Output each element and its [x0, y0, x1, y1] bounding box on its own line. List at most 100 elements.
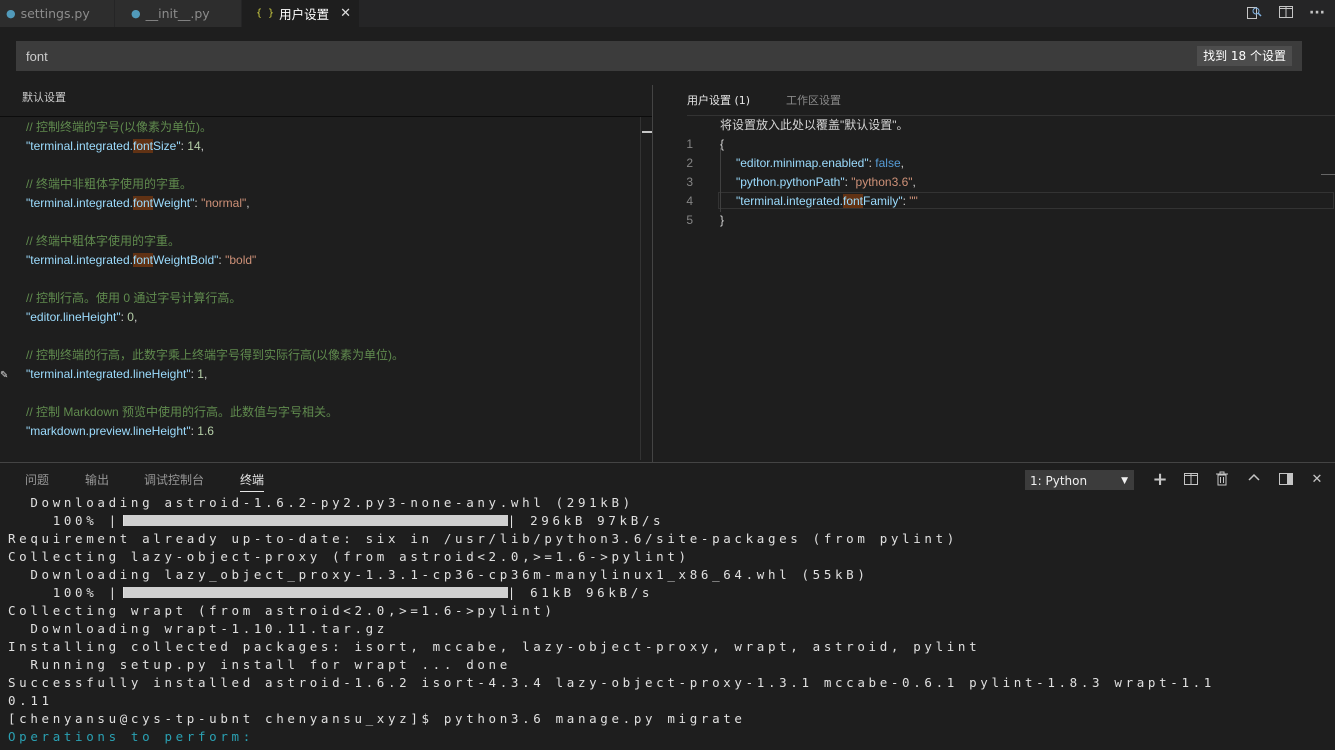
setting-key: Family": [863, 194, 903, 208]
terminal-select-value: 1: Python: [1030, 474, 1088, 488]
setting-comment: // 控制行高。使用 0 通过字号计算行高。: [26, 291, 242, 305]
cursor-icon: ✎: [0, 370, 9, 381]
settings-search: 找到 18 个设置: [16, 41, 1302, 71]
search-match: font: [132, 253, 153, 267]
tab-user-settings[interactable]: { } 用户设置 ✕: [242, 0, 360, 27]
setting-comment: // 终端中粗体字使用的字重。: [26, 234, 181, 248]
setting-key: "terminal.integrated.: [26, 139, 133, 153]
setting-value: "": [909, 194, 918, 208]
setting-line: "terminal.integrated.fontSize": 14,: [26, 137, 204, 156]
comma: ,: [900, 156, 904, 170]
comma: ,: [912, 175, 916, 189]
json-braces-icon: { }: [256, 8, 275, 19]
open-settings-json-icon[interactable]: [1244, 4, 1264, 22]
setting-key: "editor.minimap.enabled": [736, 156, 869, 170]
progress-suffix: | 61kB 96kB/s: [507, 585, 654, 600]
terminal-line: Running setup.py install for wrapt ... d…: [8, 657, 511, 672]
terminal-line: Downloading lazy_object_proxy-1.3.1-cp36…: [8, 567, 869, 582]
close-icon[interactable]: ✕: [340, 6, 351, 21]
toggle-panel-position-icon[interactable]: [1276, 471, 1296, 489]
setting-comment: // 终端中非粗体字使用的字重。: [26, 177, 193, 191]
setting-key: "terminal.integrated.: [26, 253, 133, 267]
override-hint: 将设置放入此处以覆盖"默认设置"。: [720, 118, 909, 132]
terminal-line: Requirement already up-to-date: six in /…: [8, 531, 958, 546]
python-icon: ●: [131, 7, 141, 20]
tab-workspace-settings[interactable]: 工作区设置: [786, 92, 841, 108]
terminal-line: 0.11: [8, 693, 53, 708]
line-number: 2: [686, 156, 693, 170]
setting-key: "markdown.preview.lineHeight": [26, 424, 191, 438]
tab-label: 用户设置: [279, 7, 330, 22]
setting-line: "markdown.preview.lineHeight": 1.6: [26, 422, 214, 441]
terminal-line: Successfully installed astroid-1.6.2 iso…: [8, 675, 1215, 690]
setting-value: 1: [197, 367, 204, 381]
setting-line: "editor.lineHeight": 0,: [26, 308, 137, 327]
setting-value: "normal": [201, 196, 247, 210]
setting-value: 1.6: [197, 424, 214, 438]
terminal-line: Downloading astroid-1.6.2-py2.py3-none-a…: [8, 495, 634, 510]
terminal-select[interactable]: 1: Python ▼: [1025, 470, 1134, 490]
comma: ,: [133, 310, 138, 324]
search-match: font: [132, 139, 153, 153]
setting-comment: // 控制终端的行高，此数字乘上终端字号得到实际行高(以像素为单位)。: [26, 348, 404, 362]
setting-key: "terminal.integrated.: [736, 194, 843, 208]
terminal-line: Collecting lazy-object-proxy (from astro…: [8, 549, 690, 564]
line-number: 4: [686, 194, 693, 208]
chevron-down-icon: ▼: [1121, 476, 1128, 486]
setting-comment: // 控制 Markdown 预览中使用的行高。此数值与字号相关。: [26, 405, 339, 419]
setting-line: "terminal.integrated.fontWeight": "norma…: [26, 194, 250, 213]
search-match: font: [132, 196, 153, 210]
trash-icon[interactable]: [1212, 471, 1232, 489]
setting-value: 0: [127, 310, 134, 324]
comma: ,: [246, 196, 250, 210]
new-terminal-icon[interactable]: +: [1150, 471, 1170, 489]
setting-key: "python.pythonPath": [736, 175, 845, 189]
line-number: 3: [686, 175, 693, 189]
setting-line: "terminal.integrated.lineHeight": 1,: [26, 365, 207, 384]
setting-line: "terminal.integrated.fontWeightBold": "b…: [26, 251, 256, 270]
tab-terminal[interactable]: 终端: [240, 471, 265, 492]
setting-key: "terminal.integrated.lineHeight": [26, 367, 191, 381]
tab-output[interactable]: 输出: [85, 471, 109, 488]
user-setting-line: "editor.minimap.enabled": false,: [736, 154, 904, 173]
editor-tab-bar: ● settings.py ● __init__.py { } 用户设置 ✕ ·…: [0, 0, 1335, 27]
chevron-up-icon[interactable]: [1244, 471, 1264, 489]
setting-key: Weight": [153, 196, 195, 210]
tab-debug-console[interactable]: 调试控制台: [144, 471, 204, 488]
progress-bar: [122, 515, 508, 526]
terminal-line: Operations to perform:: [8, 729, 254, 744]
setting-key: Size": [153, 139, 181, 153]
tab-user-settings-pane[interactable]: 用户设置 (1): [687, 92, 750, 108]
setting-key: "terminal.integrated.: [26, 196, 133, 210]
terminal-line: 100% | | 296kB 97kB/s: [8, 513, 665, 528]
tab-settings-py[interactable]: ● settings.py: [0, 0, 115, 27]
terminal-line: Downloading wrapt-1.10.11.tar.gz: [8, 621, 388, 636]
python-icon: ●: [6, 7, 16, 20]
user-setting-line: "python.pythonPath": "python3.6",: [736, 173, 916, 192]
comma: ,: [203, 367, 208, 381]
tab-problems[interactable]: 问题: [25, 471, 49, 488]
progress-suffix: | 296kB 97kB/s: [507, 513, 665, 528]
terminal-line: Collecting wrapt (from astroid<2.0,>=1.6…: [8, 603, 556, 618]
close-brace: }: [720, 213, 725, 227]
terminal-output[interactable]: Downloading astroid-1.6.2-py2.py3-none-a…: [0, 494, 1335, 750]
setting-value: 14: [187, 139, 201, 153]
pane-splitter[interactable]: [652, 85, 653, 462]
default-settings-title: 默认设置: [22, 91, 66, 104]
split-terminal-icon[interactable]: [1181, 471, 1201, 489]
terminal-line: 100% | | 61kB 96kB/s: [8, 585, 654, 600]
setting-key: "editor.lineHeight": [26, 310, 121, 324]
setting-comment: // 控制终端的字号(以像素为单位)。: [26, 120, 212, 134]
close-panel-icon[interactable]: ✕: [1307, 471, 1327, 489]
setting-value: "bold": [225, 253, 257, 267]
more-actions-icon[interactable]: ···: [1307, 4, 1327, 22]
setting-value: "python3.6": [851, 175, 913, 189]
scrollbar-marker: [1321, 174, 1335, 175]
progress-bar: [122, 587, 508, 598]
split-editor-icon[interactable]: [1276, 4, 1296, 22]
terminal-line: Installing collected packages: isort, mc…: [8, 639, 981, 654]
tab-init-py[interactable]: ● __init__.py: [115, 0, 242, 27]
tab-label: __init__.py: [145, 6, 210, 21]
setting-key: WeightBold": [153, 253, 219, 267]
search-input[interactable]: [16, 41, 1036, 71]
